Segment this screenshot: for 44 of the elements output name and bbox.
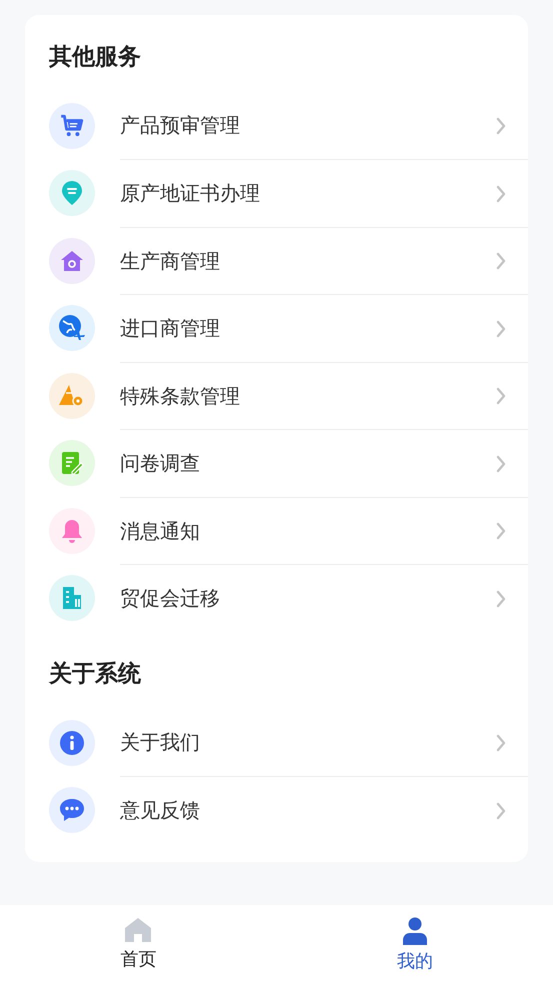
document-pencil-icon bbox=[59, 450, 85, 476]
menu-item[interactable]: 产品预审管理 bbox=[49, 92, 528, 160]
menu-item-label: 意见反馈 bbox=[120, 797, 201, 824]
building-icon bbox=[60, 585, 84, 612]
house-gear-icon bbox=[59, 248, 85, 273]
menu-item[interactable]: 关于我们 bbox=[49, 709, 528, 776]
menu-item-label: 特殊条款管理 bbox=[120, 382, 241, 410]
chevron-right-icon bbox=[496, 252, 506, 270]
menu-item[interactable]: 原产地证书办理 bbox=[49, 160, 528, 227]
section-title: 关于系统 bbox=[49, 660, 142, 689]
chevron-right-icon bbox=[496, 320, 506, 338]
bell-icon bbox=[60, 518, 84, 544]
menu-item-label: 问卷调查 bbox=[120, 450, 201, 478]
menu-item[interactable]: 特殊条款管理 bbox=[49, 362, 528, 430]
tab[interactable]: 我的 bbox=[276, 905, 553, 983]
menu-item-label: 关于我们 bbox=[120, 729, 201, 756]
cart-icon bbox=[59, 112, 85, 139]
home-icon bbox=[124, 917, 152, 943]
menu-item[interactable]: 问卷调查 bbox=[49, 430, 528, 497]
chevron-right-icon bbox=[496, 734, 506, 752]
menu-item[interactable]: 贸促会迁移 bbox=[49, 564, 528, 632]
section-title: 其他服务 bbox=[49, 43, 142, 72]
chevron-right-icon bbox=[496, 590, 506, 608]
menu-item[interactable]: 生产商管理 bbox=[49, 227, 528, 294]
chevron-right-icon bbox=[496, 522, 506, 540]
menu-item-label: 生产商管理 bbox=[120, 248, 221, 275]
menu-item-label: 贸促会迁移 bbox=[120, 585, 221, 612]
menu-item-label: 进口商管理 bbox=[120, 315, 221, 342]
chevron-right-icon bbox=[496, 454, 506, 473]
chevron-right-icon bbox=[496, 802, 506, 820]
chevron-right-icon bbox=[496, 387, 506, 406]
tab[interactable]: 首页 bbox=[0, 905, 276, 983]
location-pin-icon bbox=[60, 179, 84, 208]
menu-item-label: 产品预审管理 bbox=[120, 112, 241, 140]
menu-item[interactable]: 消息通知 bbox=[49, 497, 528, 564]
chevron-right-icon bbox=[496, 116, 506, 135]
menu-item[interactable]: 意见反馈 bbox=[49, 776, 528, 844]
menu-item-label: 原产地证书办理 bbox=[120, 180, 261, 208]
person-icon bbox=[402, 917, 428, 945]
chevron-right-icon bbox=[496, 184, 506, 203]
chat-bubble-icon bbox=[58, 797, 86, 824]
menu-item-label: 消息通知 bbox=[120, 518, 201, 545]
menu-item[interactable]: 进口商管理 bbox=[49, 294, 528, 362]
info-icon bbox=[59, 730, 85, 756]
